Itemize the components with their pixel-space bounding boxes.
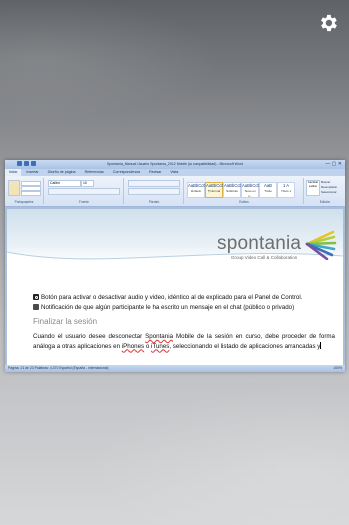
style-texto[interactable]: AaBbCcDd Texto en n...: [241, 182, 263, 198]
tab-diseno[interactable]: Diseño de página: [44, 169, 80, 176]
document-page[interactable]: spontania Group Video Call & Collaborati…: [7, 209, 343, 365]
spontania-logo-mark: [305, 230, 337, 260]
zoom-level[interactable]: 100%: [333, 365, 342, 372]
paste-button[interactable]: [8, 180, 20, 196]
document-area[interactable]: spontania Group Video Call & Collaborati…: [5, 207, 345, 365]
text-cursor: [320, 341, 322, 349]
group-estilos: AaBbCcDd Énfasis AaBbCcDd ¶ Normal AaBbCcD…: [185, 178, 304, 204]
ribbon-tabs: Inicio Insertar Diseño de página Referen…: [5, 169, 345, 176]
group-fuente: Calibri 10 Fuente: [45, 178, 124, 204]
style-subtitulo[interactable]: AaBbCcDd Subtítulo: [223, 182, 245, 198]
status-bar: Página: 21 de 23 Palabras: 4.370 Español…: [5, 365, 345, 372]
list-buttons[interactable]: [128, 180, 180, 187]
group-edicion: Cambiar estilos Buscar Reemplazar Selecc…: [305, 178, 345, 204]
window-title: Spontania_Manual Usuario Spontania_2012 …: [107, 162, 243, 166]
style-enfasis[interactable]: AaBbCcDd Énfasis: [187, 182, 209, 198]
group-label-fuente: Fuente: [79, 200, 89, 204]
bullet2-text: Notificación de que algún participante l…: [41, 304, 295, 311]
quick-access-toolbar[interactable]: [8, 161, 46, 168]
undo-icon[interactable]: [30, 161, 36, 166]
group-parrafo: Párrafo: [125, 178, 184, 204]
spontania-logo-subtitle: Group Video Call & Collaboration: [231, 255, 298, 260]
group-label-parrafo: Párrafo: [148, 200, 160, 204]
status-left: Página: 21 de 23 Palabras: 4.370 Español…: [8, 366, 109, 370]
style-titulo[interactable]: AaB Título: [259, 182, 277, 198]
office-button-icon[interactable]: [16, 161, 22, 166]
spontania-logo-text: spontania: [217, 233, 302, 254]
group-portapapeles: Portapapeles: [5, 178, 44, 204]
tab-inicio[interactable]: Inicio: [5, 169, 22, 176]
word-title-bar: Spontania_Manual Usuario Spontania_2012 …: [5, 160, 345, 169]
style-normal[interactable]: AaBbCcDd ¶ Normal: [205, 182, 227, 198]
chat-icon: [33, 304, 39, 310]
font-format-buttons[interactable]: [48, 188, 120, 195]
group-label-estilos: Estilos: [239, 200, 249, 204]
gear-icon[interactable]: [317, 12, 339, 34]
format-painter-button[interactable]: [21, 191, 41, 196]
tab-correspondencia[interactable]: Correspondencia: [109, 169, 144, 176]
align-buttons[interactable]: [128, 188, 180, 195]
style-titulo1[interactable]: 1 A Título 1: [277, 182, 295, 198]
font-name-select[interactable]: Calibri: [48, 180, 81, 187]
bullet1-text: Botón para activar o desactivar audio y …: [41, 294, 303, 301]
group-label-portapapeles: Portapapeles: [14, 200, 34, 204]
save-icon[interactable]: [23, 161, 29, 166]
power-icon: [33, 294, 39, 300]
change-styles-button[interactable]: Cambiar estilos: [306, 180, 320, 196]
section-title: Finalizar la sesión: [33, 317, 98, 326]
group-label-edicion: Edición: [319, 200, 331, 204]
select-button[interactable]: Seleccionar: [321, 190, 337, 195]
ribbon: Portapapeles Calibri 10 Fuente Párrafo A…: [5, 176, 345, 207]
tab-insertar[interactable]: Insertar: [22, 169, 42, 176]
body-paragraph: Cuando el usuario desee desconectar Spon…: [33, 333, 335, 350]
tab-vista[interactable]: Vista: [166, 169, 182, 176]
tab-referencias[interactable]: Referencias: [81, 169, 108, 176]
window-controls[interactable]: — ▢ ✕: [325, 161, 342, 168]
bullet-chat: Notificación de que algún participante l…: [33, 304, 294, 311]
tab-revisar[interactable]: Revisar: [145, 169, 165, 176]
word-window: Spontania_Manual Usuario Spontania_2012 …: [5, 160, 345, 372]
bullet-audio-video: Botón para activar o desactivar audio y …: [33, 294, 302, 301]
font-size-select[interactable]: 10: [81, 180, 94, 187]
